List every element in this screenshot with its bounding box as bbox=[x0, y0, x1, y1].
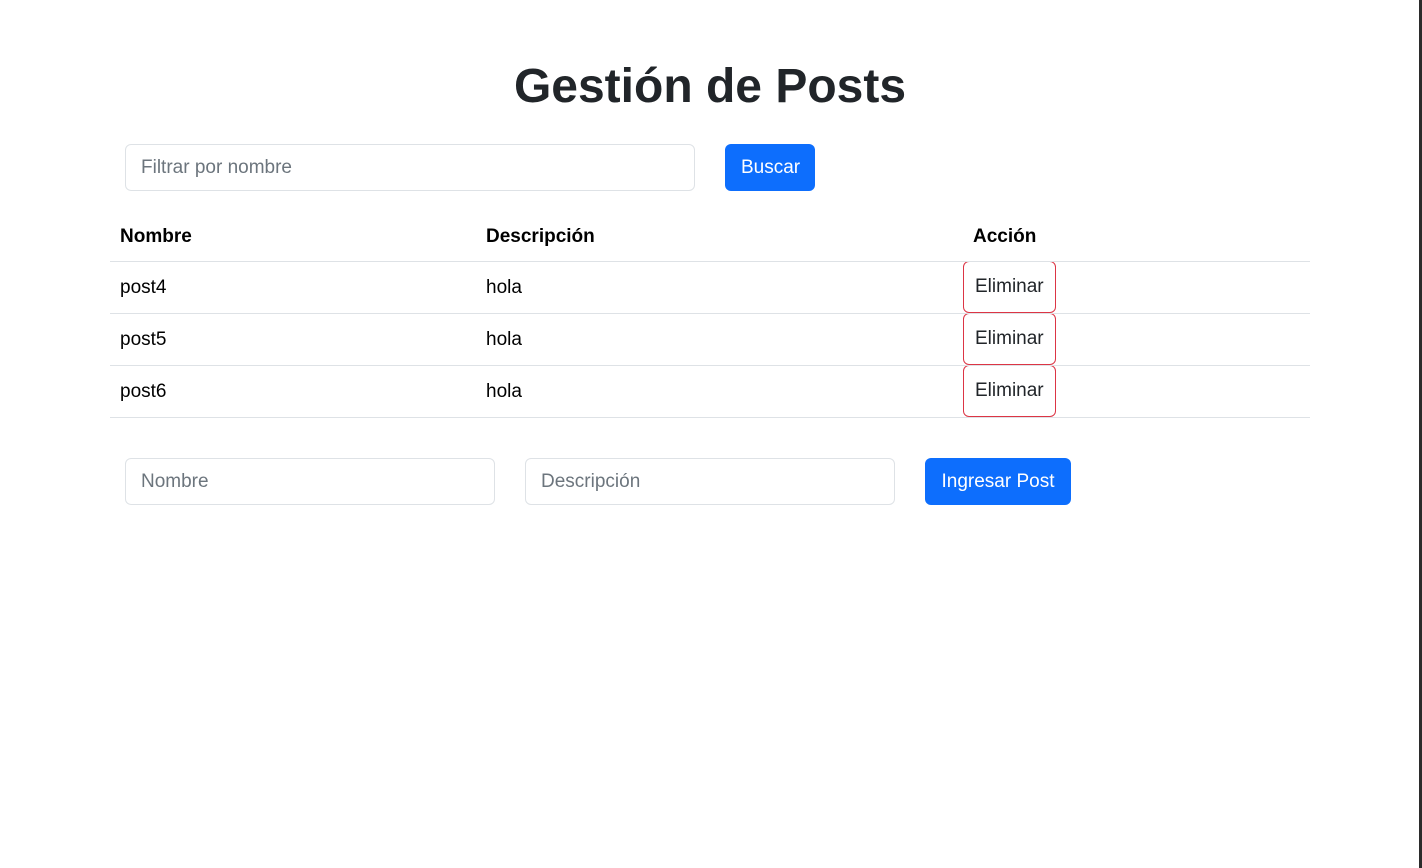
delete-button[interactable]: Eliminar bbox=[963, 365, 1056, 417]
delete-button[interactable]: Eliminar bbox=[963, 313, 1056, 365]
table-row: post5 hola Eliminar bbox=[110, 313, 1310, 366]
add-post-button[interactable]: Ingresar Post bbox=[925, 458, 1071, 505]
delete-button[interactable]: Eliminar bbox=[963, 261, 1056, 313]
posts-table: Nombre Descripción Acción post4 hola Eli… bbox=[110, 212, 1310, 418]
cell-action: Eliminar bbox=[963, 365, 1310, 418]
cell-action: Eliminar bbox=[963, 261, 1310, 314]
cell-description: hola bbox=[476, 313, 963, 366]
page-title: Gestión de Posts bbox=[513, 60, 907, 113]
cell-action: Eliminar bbox=[963, 313, 1310, 366]
header-description: Descripción bbox=[476, 212, 963, 262]
cell-description: hola bbox=[476, 365, 963, 418]
cell-name: post5 bbox=[110, 313, 476, 366]
table-row: post6 hola Eliminar bbox=[110, 365, 1310, 418]
table-header-row: Nombre Descripción Acción bbox=[110, 212, 1310, 262]
cell-description: hola bbox=[476, 261, 963, 314]
table-row: post4 hola Eliminar bbox=[110, 261, 1310, 314]
cell-name: post4 bbox=[110, 261, 476, 314]
filter-name-input[interactable] bbox=[125, 144, 695, 191]
search-button[interactable]: Buscar bbox=[725, 144, 815, 191]
header-action: Acción bbox=[963, 212, 1310, 262]
new-post-name-input[interactable] bbox=[125, 458, 495, 505]
cell-name: post6 bbox=[110, 365, 476, 418]
header-name: Nombre bbox=[110, 212, 476, 262]
new-post-description-input[interactable] bbox=[525, 458, 895, 505]
